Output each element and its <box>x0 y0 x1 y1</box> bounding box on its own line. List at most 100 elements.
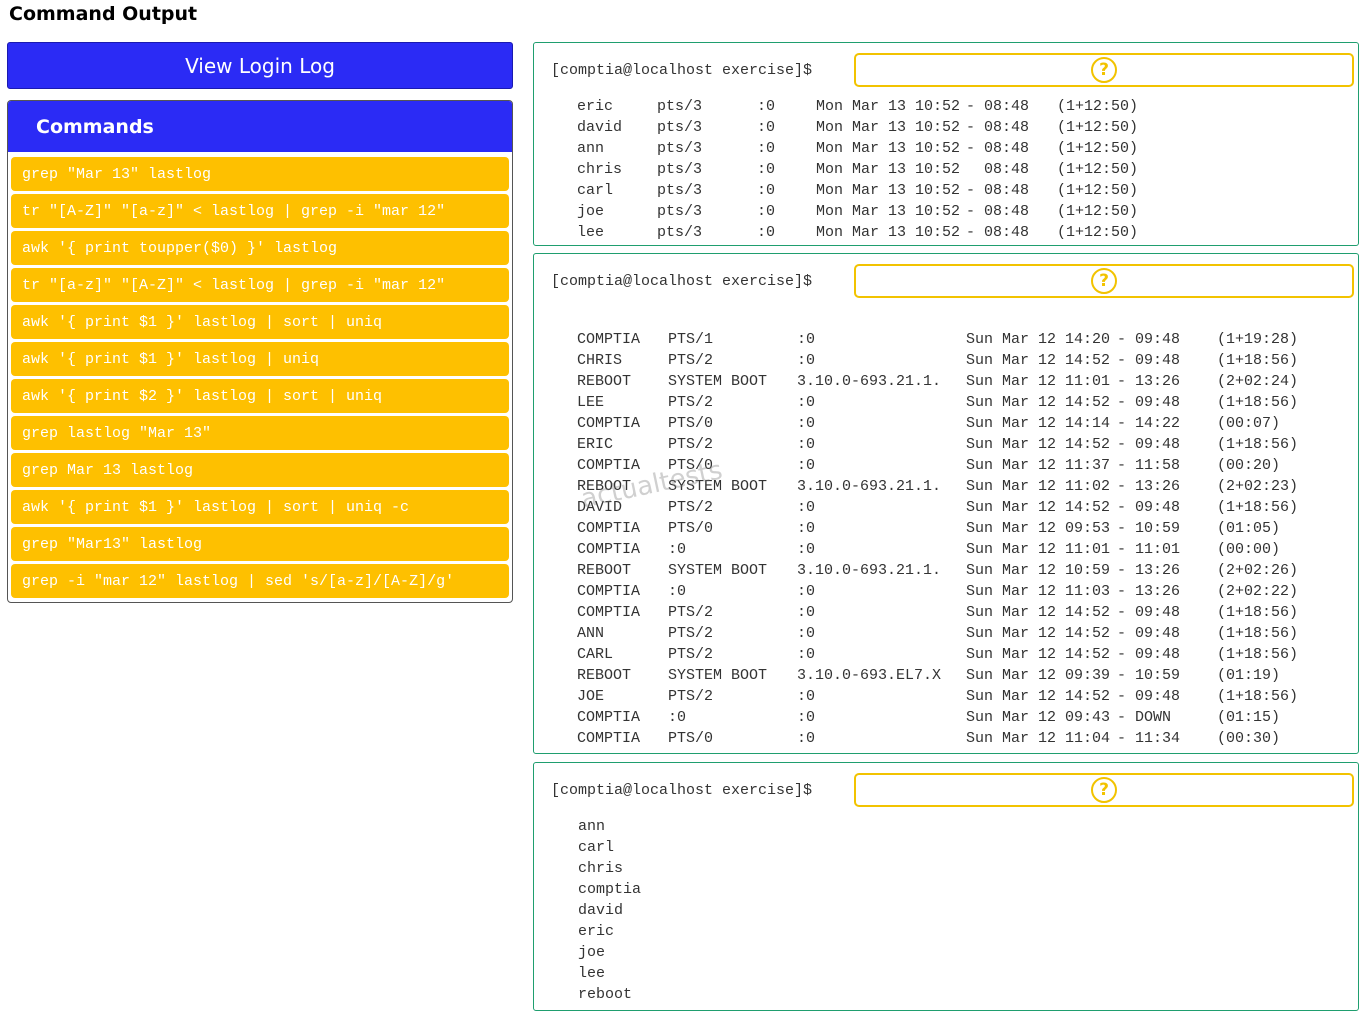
output-cell: CHRIS <box>577 352 623 369</box>
output-cell: (1+12:50) <box>1057 161 1139 178</box>
command-item[interactable]: grep -i "mar 12" lastlog | sed 's/[a-z]/… <box>11 564 509 598</box>
output-cell: PTS/0 <box>668 520 714 537</box>
output-cell: :0 <box>797 625 816 642</box>
command-item[interactable]: awk '{ print $1 }' lastlog | sort | uniq <box>11 305 509 339</box>
output-cell: - 11:01 <box>1117 541 1181 558</box>
output-cell: pts/3 <box>657 98 703 115</box>
output-cell: - DOWN <box>1117 709 1172 726</box>
output-cell: ANN <box>577 625 605 642</box>
view-login-log-button[interactable]: View Login Log <box>7 42 513 89</box>
output-cell: pts/3 <box>657 224 703 241</box>
output-cell: pts/3 <box>657 203 703 220</box>
output-cell: - 08:48 <box>966 203 1030 220</box>
commands-header: Commands <box>8 101 512 152</box>
output-cell: COMPTIA <box>577 583 641 600</box>
output-cell: COMPTIA <box>577 415 641 432</box>
output-cell: :0 <box>797 646 816 663</box>
output-cell: COMPTIA <box>577 604 641 621</box>
output-cell: (2+02:22) <box>1217 583 1299 600</box>
command-item[interactable]: awk '{ print toupper($0) }' lastlog <box>11 231 509 265</box>
output-cell: :0 <box>668 709 687 726</box>
output-cell: PTS/0 <box>668 457 714 474</box>
answer-drop-zone-2[interactable]: ? <box>854 264 1354 298</box>
output-cell: PTS/2 <box>668 436 714 453</box>
command-item[interactable]: grep Mar 13 lastlog <box>11 453 509 487</box>
output-cell: (1+18:56) <box>1217 499 1299 516</box>
output-cell: 08:48 <box>966 161 1030 178</box>
command-item[interactable]: grep lastlog "Mar 13" <box>11 416 509 450</box>
output-cell: :0 <box>757 140 776 157</box>
output-cell: (1+18:56) <box>1217 352 1299 369</box>
command-item[interactable]: tr "[A-Z]" "[a-z]" < lastlog | grep -i "… <box>11 194 509 228</box>
output-cell: Mon Mar 13 10:52 <box>816 140 961 157</box>
answer-drop-zone-1[interactable]: ? <box>854 53 1354 87</box>
output-cell: :0 <box>757 161 776 178</box>
command-item[interactable]: tr "[a-z]" "[A-Z]" < lastlog | grep -i "… <box>11 268 509 302</box>
output-cell: Sun Mar 12 14:20 <box>966 331 1111 348</box>
output-cell: Mon Mar 13 10:52 <box>816 203 961 220</box>
output-cell: COMPTIA <box>577 541 641 558</box>
output-cell: :0 <box>797 331 816 348</box>
output-cell: - 09:48 <box>1117 604 1181 621</box>
output-cell: Mon Mar 13 10:52 <box>816 182 961 199</box>
command-item[interactable]: awk '{ print $2 }' lastlog | sort | uniq <box>11 379 509 413</box>
output-cell: 3.10.0-693.EL7.X <box>797 667 942 684</box>
output-cell: carl <box>577 182 614 199</box>
output-cell: SYSTEM BOOT <box>668 667 768 684</box>
output-cell: :0 <box>757 98 776 115</box>
output-cell: Sun Mar 12 09:39 <box>966 667 1111 684</box>
output-cell: - 08:48 <box>966 119 1030 136</box>
output-cell: - 08:48 <box>966 224 1030 241</box>
output-cell: (1+12:50) <box>1057 203 1139 220</box>
output-cell: pts/3 <box>657 182 703 199</box>
output-cell: SYSTEM BOOT <box>668 478 768 495</box>
output-cell: - 10:59 <box>1117 520 1181 537</box>
output-cell: COMPTIA <box>577 457 641 474</box>
output-cell: - 09:48 <box>1117 688 1181 705</box>
output-cell: (2+02:23) <box>1217 478 1299 495</box>
output-cell: :0 <box>797 709 816 726</box>
output-cell: - 08:48 <box>966 140 1030 157</box>
output-cell: :0 <box>797 415 816 432</box>
question-icon: ? <box>1091 268 1117 294</box>
output-cell: PTS/2 <box>668 646 714 663</box>
output-cell: ann <box>577 140 605 157</box>
output-cell: (00:07) <box>1217 415 1281 432</box>
command-item[interactable]: grep "Mar13" lastlog <box>11 527 509 561</box>
output-cell: COMPTIA <box>577 730 641 747</box>
output-cell: - 11:58 <box>1117 457 1181 474</box>
output-cell: PTS/2 <box>668 352 714 369</box>
command-item[interactable]: grep "Mar 13" lastlog <box>11 157 509 191</box>
output-cell: Mon Mar 13 10:52 <box>816 98 961 115</box>
terminal-output-3: [comptia@localhost exercise]$ ? ann carl c… <box>533 762 1359 1011</box>
command-item[interactable]: awk '{ print $1 }' lastlog | uniq <box>11 342 509 376</box>
output-cell: PTS/2 <box>668 604 714 621</box>
output-cell: carl <box>578 839 615 856</box>
output-cell: :0 <box>757 203 776 220</box>
output-cell: Sun Mar 12 11:37 <box>966 457 1111 474</box>
output-cell: :0 <box>797 352 816 369</box>
output-cell: Mon Mar 13 10:52 <box>816 224 961 241</box>
output-cell: chris <box>578 860 624 877</box>
terminal-prompt: [comptia@localhost exercise]$ <box>551 62 813 79</box>
output-cell: Sun Mar 12 14:14 <box>966 415 1111 432</box>
output-cell: DAVID <box>577 499 623 516</box>
output-cell: - 09:48 <box>1117 625 1181 642</box>
output-cell: :0 <box>797 583 816 600</box>
output-cell: pts/3 <box>657 161 703 178</box>
output-cell: david <box>577 119 623 136</box>
output-cell: - 09:48 <box>1117 436 1181 453</box>
output-cell: Sun Mar 12 14:52 <box>966 688 1111 705</box>
output-cell: (01:19) <box>1217 667 1281 684</box>
output-cell: chris <box>577 161 623 178</box>
output-cell: ERIC <box>577 436 614 453</box>
output-cell: JOE <box>577 688 605 705</box>
output-cell: PTS/2 <box>668 499 714 516</box>
output-cell: eric <box>578 923 615 940</box>
output-cell: (1+12:50) <box>1057 140 1139 157</box>
output-cell: Mon Mar 13 10:52 <box>816 119 961 136</box>
command-item[interactable]: awk '{ print $1 }' lastlog | sort | uniq… <box>11 490 509 524</box>
output-cell: - 13:26 <box>1117 478 1181 495</box>
answer-drop-zone-3[interactable]: ? <box>854 773 1354 807</box>
output-cell: REBOOT <box>577 667 632 684</box>
